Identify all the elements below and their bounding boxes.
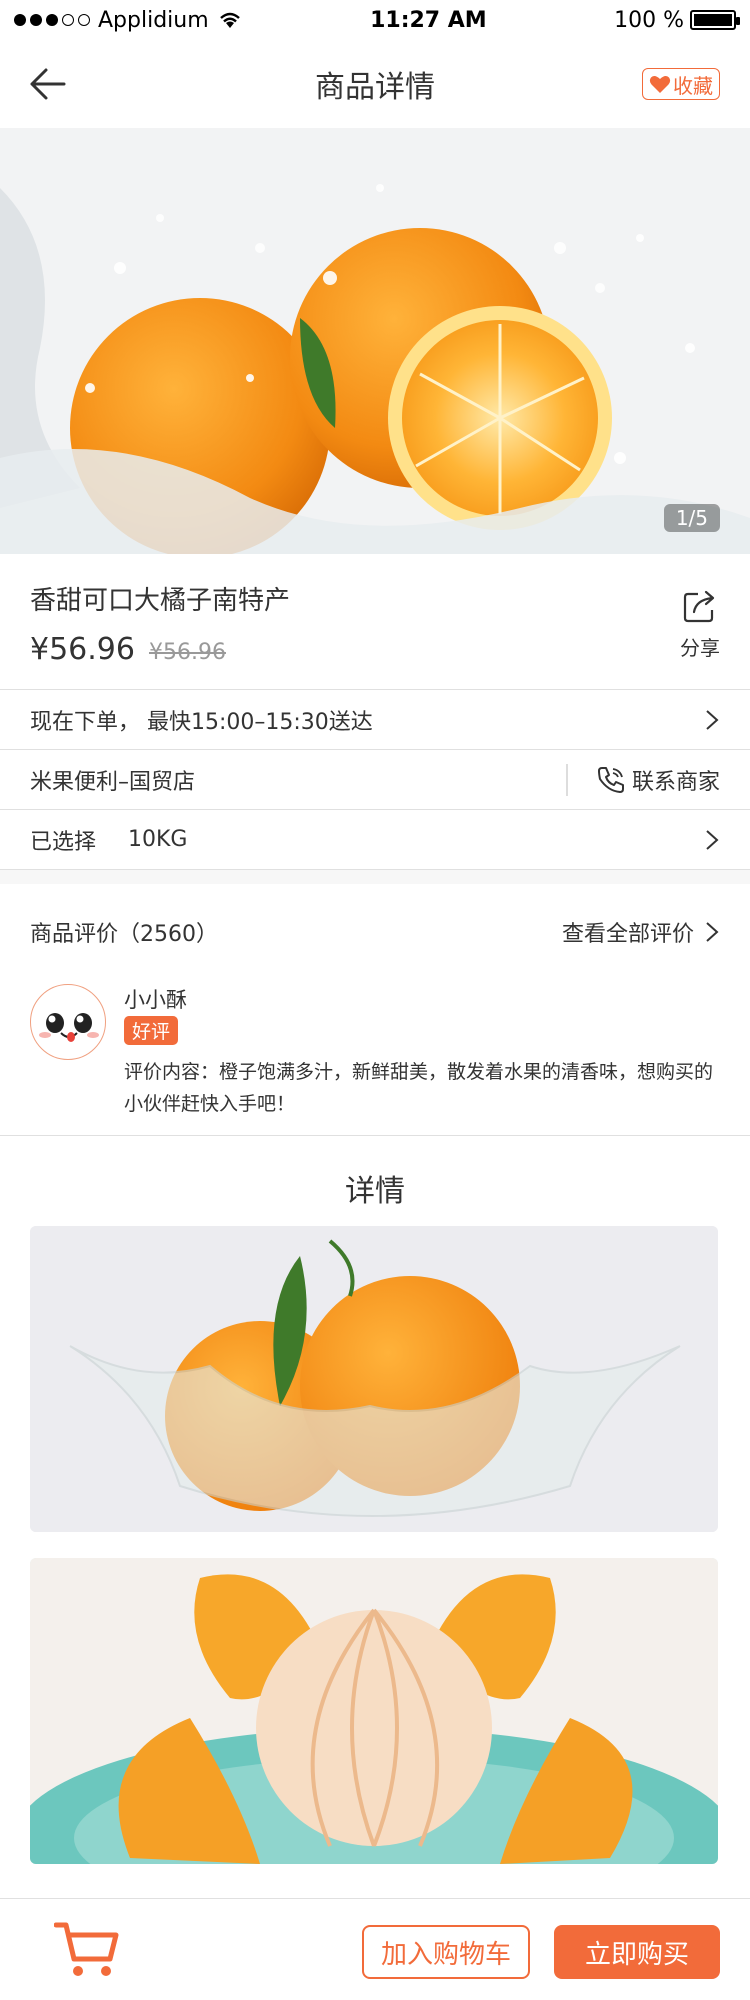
delivery-row[interactable]: 现在下单， 最快15:00–15:30送达: [0, 690, 750, 750]
status-right: 100 %: [614, 7, 740, 33]
store-name[interactable]: 米果便利–国贸店: [30, 764, 195, 796]
spec-value: 10KG: [128, 827, 188, 852]
carrier-name: Applidium: [98, 7, 209, 33]
back-arrow-icon[interactable]: [26, 62, 70, 106]
detail-image-oranges-in-bowl: [30, 1226, 718, 1532]
share-icon: [683, 590, 715, 623]
orange-splash-image: [0, 128, 750, 554]
detail-image-peeled-orange: [30, 1558, 718, 1864]
spec-selection-row[interactable]: 已选择 10KG: [0, 810, 750, 870]
avatar: [30, 984, 106, 1060]
delivery-text: 现在下单， 最快15:00–15:30送达: [30, 709, 373, 735]
view-all-label: 查看全部评价: [561, 922, 694, 947]
store-row: 米果便利–国贸店 联系商家: [0, 750, 750, 810]
battery-icon: [690, 10, 740, 30]
bottom-action-bar: 加入购物车 立即购买: [0, 1898, 750, 2000]
favorite-button[interactable]: 收藏: [642, 68, 720, 100]
review-rating-badge: 好评: [124, 1016, 179, 1045]
phone-icon: [597, 767, 624, 793]
chevron-right-icon: [706, 830, 719, 850]
contact-label: 联系商家: [631, 770, 720, 795]
oranges-bowl-image: [30, 1226, 718, 1532]
battery-percent: 100 %: [614, 7, 684, 33]
navigation-bar: 商品详情 收藏: [0, 40, 750, 128]
review-title: 商品评价（2560）: [30, 922, 218, 947]
cart-icon[interactable]: [54, 1919, 120, 1981]
contact-merchant-button[interactable]: 联系商家: [596, 764, 720, 796]
view-all-reviews-link[interactable]: 查看全部评价: [562, 916, 720, 948]
add-to-cart-button[interactable]: 加入购物车: [362, 1925, 530, 1979]
review-section: 商品评价（2560） 查看全部评价 小小酥 好评 评价内容：橙子饱满多汁，新鲜甜…: [0, 870, 750, 1136]
spec-label: 已选择: [30, 829, 97, 855]
share-button[interactable]: 分享: [678, 588, 722, 661]
favorite-label: 收藏: [673, 73, 713, 98]
product-info: 香甜可口大橘子南特产 ¥56.96 ¥56.96 分享: [0, 554, 750, 690]
current-price: ¥56.96: [30, 632, 135, 667]
wifi-icon: [219, 12, 240, 28]
store-divider: [566, 764, 568, 796]
page-title: 商品详情: [315, 70, 435, 105]
original-price: ¥56.96: [148, 640, 226, 665]
status-left: Applidium: [14, 8, 243, 33]
price-row: ¥56.96 ¥56.96: [30, 632, 226, 667]
review-content: 评价内容：橙子饱满多汁，新鲜甜美，散发着水果的清香味，想购买的小伙伴赶快入手吧！: [124, 1061, 714, 1115]
product-name: 香甜可口大橘子南特产: [30, 586, 291, 616]
carousel-pager: 1/5: [663, 504, 720, 532]
buy-now-button[interactable]: 立即购买: [554, 1925, 720, 1979]
status-bar: Applidium 11:27 AM 100 %: [0, 0, 750, 40]
cartoon-face-avatar: [39, 1013, 99, 1042]
heart-icon: [649, 76, 671, 93]
status-time: 11:27 AM: [370, 7, 487, 33]
chevron-right-icon: [706, 710, 719, 730]
share-label: 分享: [680, 636, 720, 660]
reviewer-name: 小小酥: [124, 988, 187, 1012]
details-title: 详情: [345, 1174, 405, 1209]
signal-strength-icon: [14, 14, 90, 26]
chevron-right-icon: [706, 922, 719, 942]
product-image-carousel[interactable]: 1/5: [0, 128, 750, 554]
peeled-orange-image: [30, 1558, 718, 1864]
